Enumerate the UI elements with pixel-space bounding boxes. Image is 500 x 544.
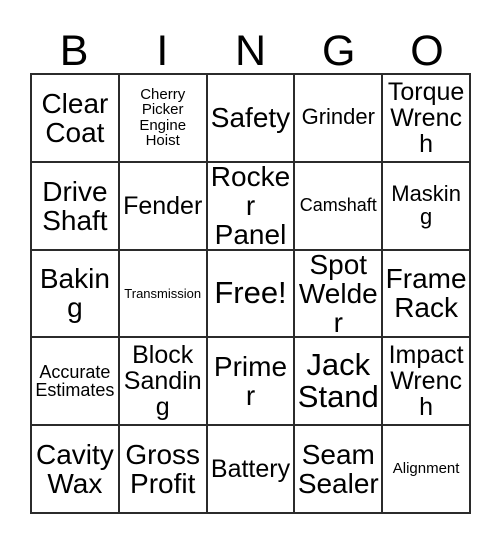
bingo-cell-label: Transmission: [124, 285, 202, 301]
header-letter-b: B: [59, 27, 89, 75]
bingo-cell[interactable]: Masking: [383, 162, 471, 251]
bingo-cell[interactable]: Baking: [32, 250, 120, 339]
bingo-cell-label: Seam Sealer: [297, 438, 379, 500]
bingo-card: B I N G O Clear Coat Cherry Picker Engin…: [0, 0, 500, 544]
header-letter-o: O: [410, 27, 444, 75]
bingo-cell[interactable]: Alignment: [383, 426, 471, 514]
bingo-cell[interactable]: Spot Welder: [295, 250, 384, 339]
bingo-cell-label: Block Sanding: [123, 341, 202, 422]
bingo-cell[interactable]: Accurate Estimates: [32, 338, 120, 427]
bingo-cell-label: Baking: [39, 263, 110, 324]
bingo-cell-label: Impact Wrench: [388, 341, 464, 422]
bingo-cell-label: Cavity Wax: [36, 438, 114, 500]
bingo-cell-label: Fender: [123, 191, 203, 220]
bingo-cell-label: Clear Coat: [41, 87, 109, 148]
bingo-cell[interactable]: Seam Sealer: [295, 426, 384, 514]
bingo-cell[interactable]: Drive Shaft: [32, 162, 120, 251]
bingo-header: B I N G O: [30, 18, 471, 73]
bingo-cell-label: Gross Profit: [125, 438, 201, 500]
bingo-cell-label: Jack Stand: [297, 347, 379, 415]
bingo-grid: Clear Coat Cherry Picker Engine Hoist Sa…: [30, 73, 471, 514]
bingo-cell-label: Rocker Panel: [210, 162, 291, 251]
bingo-cell[interactable]: Clear Coat: [32, 75, 120, 163]
bingo-cell-label: Camshaft: [299, 195, 377, 216]
bingo-cell[interactable]: Frame Rack: [383, 250, 471, 339]
bingo-cell-label: Grinder: [301, 104, 375, 130]
bingo-cell[interactable]: Torque Wrench: [383, 75, 471, 163]
bingo-cell[interactable]: Camshaft: [295, 162, 384, 251]
header-letter-g: G: [321, 27, 356, 75]
bingo-cell[interactable]: Jack Stand: [295, 338, 384, 427]
bingo-cell[interactable]: Rocker Panel: [207, 162, 296, 251]
bingo-cell-label: Spot Welder: [298, 250, 378, 339]
bingo-free-space-cell[interactable]: Free!: [207, 250, 296, 339]
bingo-cell[interactable]: Battery: [207, 426, 296, 514]
bingo-cell-label: Battery: [210, 455, 291, 484]
bingo-cell[interactable]: Safety: [207, 75, 296, 163]
bingo-cell-label: Frame Rack: [385, 263, 467, 324]
bingo-cell[interactable]: Block Sanding: [119, 338, 208, 427]
bingo-cell[interactable]: Fender: [119, 162, 208, 251]
bingo-cell[interactable]: Gross Profit: [119, 426, 208, 514]
bingo-cell[interactable]: Cherry Picker Engine Hoist: [119, 75, 208, 163]
bingo-cell-label: Alignment: [392, 460, 460, 478]
bingo-cell-label: Safety: [210, 102, 291, 134]
bingo-cell[interactable]: Transmission: [119, 250, 208, 339]
bingo-cell[interactable]: Primer: [207, 338, 296, 427]
bingo-cell[interactable]: Cavity Wax: [32, 426, 120, 514]
bingo-free-space-label: Free!: [214, 275, 287, 311]
bingo-cell-label: Torque Wrench: [387, 77, 465, 158]
bingo-cell[interactable]: Grinder: [295, 75, 384, 163]
header-letter-n: N: [234, 27, 267, 75]
bingo-cell-label: Drive Shaft: [42, 175, 108, 236]
bingo-cell-label: Primer: [213, 351, 288, 412]
bingo-cell-label: Masking: [391, 180, 461, 229]
header-letter-i: I: [156, 27, 169, 75]
bingo-cell[interactable]: Impact Wrench: [383, 338, 471, 427]
bingo-cell-label: Accurate Estimates: [35, 361, 115, 401]
bingo-cell-label: Cherry Picker Engine Hoist: [139, 85, 187, 150]
